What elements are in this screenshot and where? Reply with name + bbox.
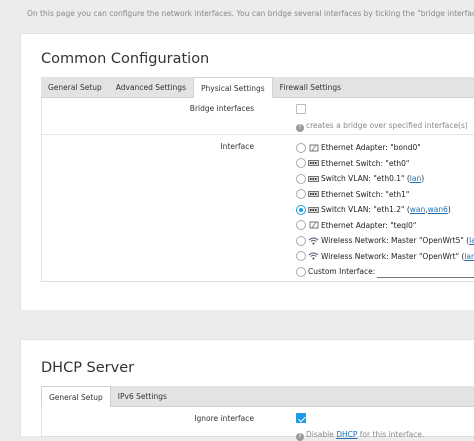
network-link-lan[interactable]: lan: [469, 236, 474, 245]
interface-option-label: Ethernet Switch: "eth1": [321, 189, 410, 199]
interface-radio[interactable]: [296, 220, 306, 231]
section-title: DHCP Server: [41, 360, 135, 376]
wireless-icon: [308, 236, 319, 246]
row-divider: [42, 134, 474, 135]
interface-radio[interactable]: [296, 235, 306, 246]
bridge-hint-text: creates a bridge over specified interfac…: [306, 121, 468, 130]
network-link-wan[interactable]: wan: [410, 205, 425, 214]
wireless-icon: [308, 251, 319, 261]
interface-option[interactable]: Custom Interface:: [296, 264, 474, 280]
bridge-interfaces-label: Bridge interfaces: [189, 104, 254, 113]
interface-option[interactable]: Switch VLAN: "eth0.1" (lan): [296, 171, 424, 187]
interface-option-label: Switch VLAN: "eth1.2" (: [321, 205, 410, 215]
network-link-lan[interactable]: lan: [464, 252, 474, 261]
interface-radio[interactable]: [296, 189, 306, 200]
interface-option-label: Switch VLAN: "eth0.1" (: [321, 174, 410, 184]
bridge-hint: ? creates a bridge over specified interfa…: [296, 121, 468, 132]
common-tabs: General Setup Advanced Settings Physical…: [41, 77, 474, 99]
dhcp-link[interactable]: DHCP: [336, 430, 357, 439]
dhcp-hint-suffix: for this interface.: [357, 430, 425, 439]
tab-general-setup[interactable]: General Setup: [41, 77, 109, 98]
interface-radio[interactable]: [296, 251, 306, 262]
interface-option[interactable]: Wireless Network: Master "OpenWrt" (lan): [296, 249, 474, 265]
bridge-interfaces-checkbox[interactable]: [296, 104, 306, 114]
suffix: ): [421, 174, 425, 184]
ignore-interface-checkbox[interactable]: [296, 413, 306, 423]
tab-dhcp-general-setup[interactable]: General Setup: [41, 386, 111, 408]
ignore-interface-label: Ignore interface: [194, 414, 254, 423]
interface-option[interactable]: Ethernet Switch: "eth1": [296, 187, 409, 203]
interface-radio[interactable]: [296, 204, 306, 215]
page-intro-text: On this page you can configure the netwo…: [27, 9, 474, 18]
interface-option-label: Custom Interface:: [308, 267, 376, 277]
interface-option[interactable]: Wireless Network: Master "OpenWrt5" (lan…: [296, 233, 474, 249]
ethernet-adapter-icon: [308, 220, 319, 230]
interface-option[interactable]: Ethernet Adapter: "bond0": [296, 140, 421, 156]
interface-option-label: Ethernet Adapter: "teql0": [321, 220, 417, 230]
interface-option-label: Wireless Network: Master "OpenWrt" (: [321, 251, 465, 261]
help-icon: ?: [296, 124, 304, 132]
interface-radio[interactable]: [296, 173, 306, 184]
interface-label: Interface: [220, 142, 254, 151]
switch-icon: [308, 205, 319, 215]
dhcp-server-section: DHCP Server General Setup IPv6 Settings …: [20, 339, 474, 441]
help-icon: ?: [296, 433, 304, 441]
section-title: Common Configuration: [41, 51, 210, 67]
dhcp-tabs: General Setup IPv6 Settings: [41, 386, 474, 408]
interface-option[interactable]: Switch VLAN: "eth1.2" (wan, wan6): [296, 202, 451, 218]
switch-icon: [308, 174, 319, 184]
interface-option-label: Ethernet Adapter: "bond0": [321, 143, 421, 153]
interface-radio[interactable]: [296, 142, 306, 153]
network-link-lan[interactable]: lan: [410, 174, 421, 183]
custom-interface-input[interactable]: [377, 265, 474, 278]
interface-radio[interactable]: [296, 158, 306, 169]
interface-option[interactable]: Ethernet Switch: "eth0": [296, 156, 409, 172]
dhcp-general-panel: Ignore interface ? Disable DHCP for this …: [41, 407, 474, 441]
interface-option-label: Wireless Network: Master "OpenWrt5" (: [321, 236, 470, 246]
common-configuration-section: Common Configuration General Setup Advan…: [20, 33, 474, 310]
interface-option[interactable]: Ethernet Adapter: "teql0": [296, 218, 416, 234]
tab-physical-settings[interactable]: Physical Settings: [192, 77, 273, 99]
physical-settings-panel: Bridge interfaces ? creates a bridge over…: [41, 98, 474, 282]
tab-advanced-settings[interactable]: Advanced Settings: [109, 77, 193, 98]
tab-firewall-settings[interactable]: Firewall Settings: [273, 77, 348, 98]
tab-ipv6-settings[interactable]: IPv6 Settings: [111, 386, 174, 407]
switch-icon: [308, 158, 319, 168]
interface-radio[interactable]: [296, 266, 306, 277]
switch-icon: [308, 189, 319, 199]
dhcp-hint-prefix: Disable: [306, 430, 337, 439]
interface-option-label: Ethernet Switch: "eth0": [321, 158, 410, 168]
suffix: ): [447, 205, 451, 215]
network-link-wan6[interactable]: wan6: [428, 205, 448, 214]
ethernet-adapter-icon: [308, 143, 319, 153]
